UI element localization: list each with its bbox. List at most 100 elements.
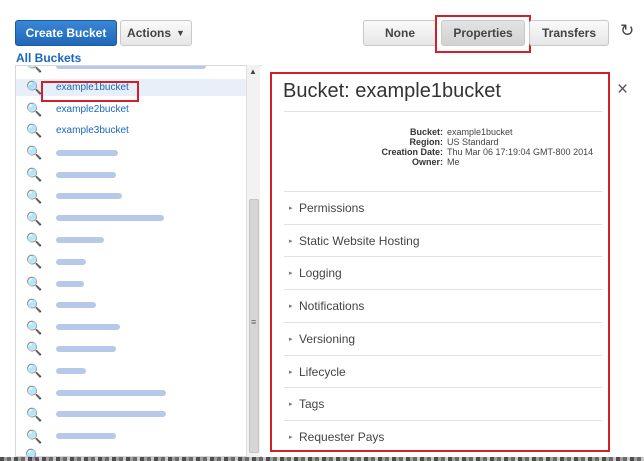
bucket-list: 🔍 🔍 example1bucket 🔍 example2bucket 🔍 example3… [15,65,262,457]
chevron-right-icon: ▸ [289,303,293,311]
section-notifications[interactable]: ▸ Notifications [284,289,602,322]
section-lifecycle[interactable]: ▸ Lifecycle [284,354,602,388]
chevron-right-icon: ▸ [289,401,293,409]
bucket-row[interactable]: 🔍 example2bucket [16,101,248,118]
metadata-row: Creation Date: Thu Mar 06 17:19:04 GMT-80… [284,147,602,157]
bucket-name: example3bucket [56,125,129,137]
bucket-row[interactable]: 🔍 [16,65,248,74]
bucket-magnifier-icon: 🔍 [26,406,43,422]
bucket-magnifier-icon: 🔍 [26,297,43,313]
chevron-right-icon: ▸ [289,237,293,245]
bucket-row[interactable]: 🔍 [16,231,248,248]
bucket-magnifier-icon: 🔍 [26,145,43,161]
bucket-magnifier-icon: 🔍 [26,341,43,357]
bucket-magnifier-icon: 🔍 [26,232,43,248]
metadata-row: Bucket: example1bucket [284,127,602,137]
section-label: Requester Pays [299,429,385,444]
bucket-row[interactable]: 🔍 [16,384,248,401]
blurred-bucket-name [56,149,118,156]
bucket-row[interactable]: 🔍 [16,144,248,161]
bucket-magnifier-icon: 🔍 [26,167,43,182]
blurred-bucket-name [56,433,116,440]
blurred-bucket-name [56,171,116,178]
blurred-bucket-name [56,367,86,374]
actions-label: Actions [127,26,172,40]
metadata-value: example1bucket [447,127,513,137]
bucket-row[interactable]: 🔍 [16,406,248,423]
section-static-website-hosting[interactable]: ▸ Static Website Hosting [284,223,602,257]
section-logging[interactable]: ▸ Logging [284,256,602,289]
bucket-magnifier-icon: 🔍 [26,385,43,400]
selected-bucket-highlight-box [41,81,139,102]
bucket-magnifier-icon: 🔍 [26,188,43,204]
section-label: Versioning [299,331,356,346]
refresh-icon[interactable]: ↻ [620,21,634,41]
properties-panel: Bucket: example1bucket Bucket: example1bu… [270,72,610,452]
none-view-button[interactable]: None [363,20,437,46]
properties-title: Bucket: example1bucket [283,80,501,102]
blurred-bucket-name [56,236,104,243]
metadata-key: Creation Date: [381,147,443,157]
chevron-right-icon: ▸ [289,335,293,343]
bucket-row[interactable]: 🔍 example3bucket [16,122,248,139]
bucket-magnifier-icon: 🔍 [26,428,43,444]
bucket-magnifier-icon: 🔍 [26,319,43,335]
bucket-metadata: Bucket: example1bucket Region: US Standard C… [284,111,602,167]
bucket-magnifier-icon: 🔍 [26,276,43,291]
bottom-cropped-row: 🔍 [0,448,644,461]
bucket-magnifier-icon: 🔍 [26,363,43,379]
chevron-right-icon: ▸ [289,433,293,441]
close-icon[interactable]: × [617,79,628,101]
metadata-key: Bucket: [409,127,443,137]
bucket-magnifier-icon: 🔍 [26,101,43,117]
metadata-key: Owner: [411,157,443,167]
section-tags[interactable]: ▸ Tags [284,387,602,420]
bucket-row[interactable]: 🔍 [16,253,248,270]
bucket-row[interactable]: 🔍 [16,340,248,357]
blurred-bucket-name [56,280,84,287]
bucket-row[interactable]: 🔍 [16,297,248,314]
metadata-value: Thu Mar 06 17:19:04 GMT-800 2014 [447,147,594,157]
actions-dropdown[interactable]: Actions ▼ [120,20,192,46]
blurred-bucket-name [56,258,86,265]
chevron-right-icon: ▸ [289,368,293,376]
blurred-bucket-name [56,324,120,331]
metadata-value: US Standard [447,137,499,147]
bucket-magnifier-icon: 🔍 [26,254,43,270]
blurred-bucket-name [56,66,206,69]
transfers-view-button[interactable]: Transfers [529,20,609,46]
section-permissions[interactable]: ▸ Permissions [284,191,602,224]
bucket-row[interactable]: 🔍 [16,428,248,445]
blurred-bucket-name [56,302,96,309]
blurred-bucket-name [56,345,116,352]
section-label: Permissions [299,201,365,215]
blurred-bucket-name [56,215,164,222]
metadata-row: Region: US Standard [284,137,602,147]
bucket-row[interactable]: 🔍 [16,362,248,379]
all-buckets-breadcrumb[interactable]: All Buckets [16,51,81,65]
section-requester-pays[interactable]: ▸ Requester Pays [284,419,602,453]
section-versioning[interactable]: ▸ Versioning [284,321,602,355]
properties-highlight-box [435,15,531,53]
bucket-row[interactable]: 🔍 [16,188,248,205]
bucket-row[interactable]: 🔍 [16,275,248,292]
bucket-row[interactable]: 🔍 [16,319,248,336]
bucket-row[interactable]: 🔍 [16,210,248,227]
create-bucket-button[interactable]: Create Bucket [15,20,117,46]
toolbar: Create Bucket Actions ▼ None Properties … [0,0,644,53]
bucket-magnifier-icon: 🔍 [26,65,43,73]
chevron-down-icon: ▼ [176,28,185,38]
blurred-bucket-name [56,389,166,396]
bucket-magnifier-icon: 🔍 [26,123,43,139]
chevron-right-icon: ▸ [289,205,293,212]
section-label: Static Website Hosting [299,233,420,248]
section-label: Logging [299,266,342,281]
metadata-row: Owner: Me [284,157,602,167]
bucket-name: example2bucket [56,103,129,115]
bucket-list-scrollbar[interactable]: ▲ ≡ [246,65,260,457]
metadata-key: Region: [409,137,444,147]
chevron-right-icon: ▸ [289,270,293,278]
scroll-up-arrow-icon[interactable]: ▲ [249,67,257,76]
grip-icon: ≡ [251,317,257,327]
bucket-row[interactable]: 🔍 [16,166,248,183]
